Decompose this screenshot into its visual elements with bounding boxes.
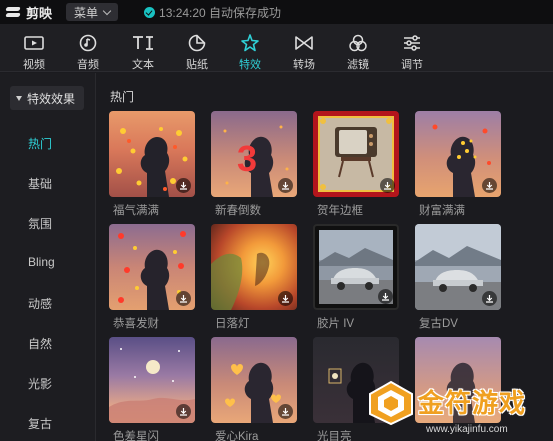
download-icon[interactable] [380, 178, 395, 193]
save-status-text: 13:24:20 自动保存成功 [159, 5, 282, 20]
sidebar-item-light[interactable]: 光影 [28, 375, 52, 392]
watermark-logo-icon [369, 380, 413, 426]
tab-effects[interactable]: 特效 [230, 24, 270, 72]
download-icon[interactable] [278, 404, 293, 419]
watermark: 金符游戏 www.yikajinfu.com [358, 378, 553, 441]
tab-transition-label: 转场 [293, 59, 315, 71]
tab-sticker-label: 贴纸 [186, 59, 208, 71]
tab-effects-label: 特效 [239, 59, 261, 71]
tab-sticker[interactable]: 贴纸 [177, 24, 217, 72]
download-icon[interactable] [278, 291, 293, 306]
text-icon [133, 36, 153, 50]
download-icon[interactable] [378, 289, 393, 304]
effects-category-header[interactable]: 特效效果 [10, 86, 84, 110]
effect-card[interactable]: 福气满满 [109, 111, 195, 218]
tab-audio-label: 音频 [77, 59, 99, 71]
tab-video[interactable]: 视频 [14, 24, 54, 72]
effect-card[interactable]: 3 新春倒数 [211, 111, 297, 218]
tab-adjust-label: 调节 [401, 59, 423, 71]
tab-adjust[interactable]: 调节 [392, 24, 432, 72]
sidebar-item-basic[interactable]: 基础 [28, 175, 52, 192]
video-icon [24, 36, 44, 50]
app-logo: 剪映 [4, 3, 52, 22]
sidebar-item-dynamic[interactable]: 动感 [28, 295, 52, 312]
tab-video-label: 视频 [23, 59, 45, 71]
tab-filter[interactable]: 滤镜 [338, 24, 378, 72]
effect-thumbnail [211, 224, 297, 310]
transition-icon [295, 36, 313, 50]
effect-card-label: 新春倒数 [215, 205, 261, 217]
effect-thumbnail [109, 224, 195, 310]
effect-card[interactable]: 财富满满 [415, 111, 501, 218]
menu-label: 菜单 [74, 5, 99, 20]
effect-thumbnail [415, 111, 501, 197]
effects-icon [241, 34, 259, 52]
capcut-logo-icon [4, 4, 22, 20]
effect-card-label: 复古DV [419, 318, 458, 330]
tab-text-label: 文本 [132, 59, 154, 71]
tab-audio[interactable]: 音频 [68, 24, 108, 72]
download-icon[interactable] [278, 178, 293, 193]
download-icon[interactable] [482, 178, 497, 193]
effect-thumbnail [313, 224, 399, 310]
sidebar-item-bling[interactable]: Bling [28, 255, 55, 269]
title-bar: 剪映 菜单 13:24:20 自动保存成功 [0, 0, 553, 24]
effect-thumbnail [415, 224, 501, 310]
effect-card-label: 恭喜发财 [113, 318, 159, 330]
effects-category-label: 特效效果 [27, 91, 76, 106]
effect-card[interactable]: 色差星闪 [109, 337, 195, 441]
tab-text[interactable]: 文本 [123, 24, 163, 72]
effect-thumbnail [109, 337, 195, 423]
effect-card[interactable]: 胶片 IV [313, 224, 399, 331]
effect-card[interactable]: 恭喜发财 [109, 224, 195, 331]
effect-card-label: 福气满满 [113, 205, 159, 217]
effect-card-label: 爱心Kira [215, 431, 259, 441]
sidebar-item-retro[interactable]: 复古 [28, 415, 52, 432]
download-icon[interactable] [176, 178, 191, 193]
effect-card-label: 日落灯 [215, 318, 250, 330]
section-title: 热门 [110, 90, 135, 104]
effects-sidebar: 特效效果 热门 基础 氛围 Bling 动感 自然 光影 复古 [0, 73, 96, 441]
adjust-icon [404, 35, 420, 51]
effect-card[interactable]: 爱心Kira [211, 337, 297, 441]
effect-card-label: 胶片 IV [317, 318, 355, 330]
filter-icon [349, 34, 367, 52]
watermark-url: www.yikajinfu.com [426, 424, 508, 435]
effect-card-label: 财富满满 [419, 205, 465, 217]
media-toolbar: 视频 音频 文本 贴纸 特效 转场 滤镜 调节 [0, 24, 553, 72]
check-circle-icon [144, 6, 156, 18]
download-icon[interactable] [176, 404, 191, 419]
effect-thumbnail [313, 111, 399, 197]
app-name: 剪映 [26, 5, 53, 21]
caret-down-icon [16, 95, 22, 101]
menu-button[interactable]: 菜单 [66, 3, 119, 21]
effect-card-label: 色差星闪 [113, 431, 159, 441]
download-icon[interactable] [482, 291, 497, 306]
sidebar-item-atmosphere[interactable]: 氛围 [28, 215, 52, 232]
save-status: 13:24:20 自动保存成功 [144, 4, 281, 21]
sticker-icon [188, 34, 206, 52]
effect-thumbnail [211, 337, 297, 423]
effect-thumbnail: 3 [211, 111, 297, 197]
effect-card-label: 贺年边框 [317, 205, 363, 217]
tab-transition[interactable]: 转场 [284, 24, 324, 72]
effect-card[interactable]: 复古DV [415, 224, 501, 331]
download-icon[interactable] [176, 291, 191, 306]
tab-filter-label: 滤镜 [347, 59, 369, 71]
effect-thumbnail [109, 111, 195, 197]
effect-card[interactable]: 日落灯 [211, 224, 297, 331]
sidebar-item-nature[interactable]: 自然 [28, 335, 52, 352]
svg-text:3: 3 [237, 138, 257, 179]
audio-icon [79, 34, 97, 52]
sidebar-item-hot[interactable]: 热门 [28, 135, 52, 152]
watermark-text: 金符游戏 [418, 388, 527, 418]
effect-card[interactable]: 贺年边框 [313, 111, 399, 218]
chevron-down-icon [102, 6, 112, 15]
